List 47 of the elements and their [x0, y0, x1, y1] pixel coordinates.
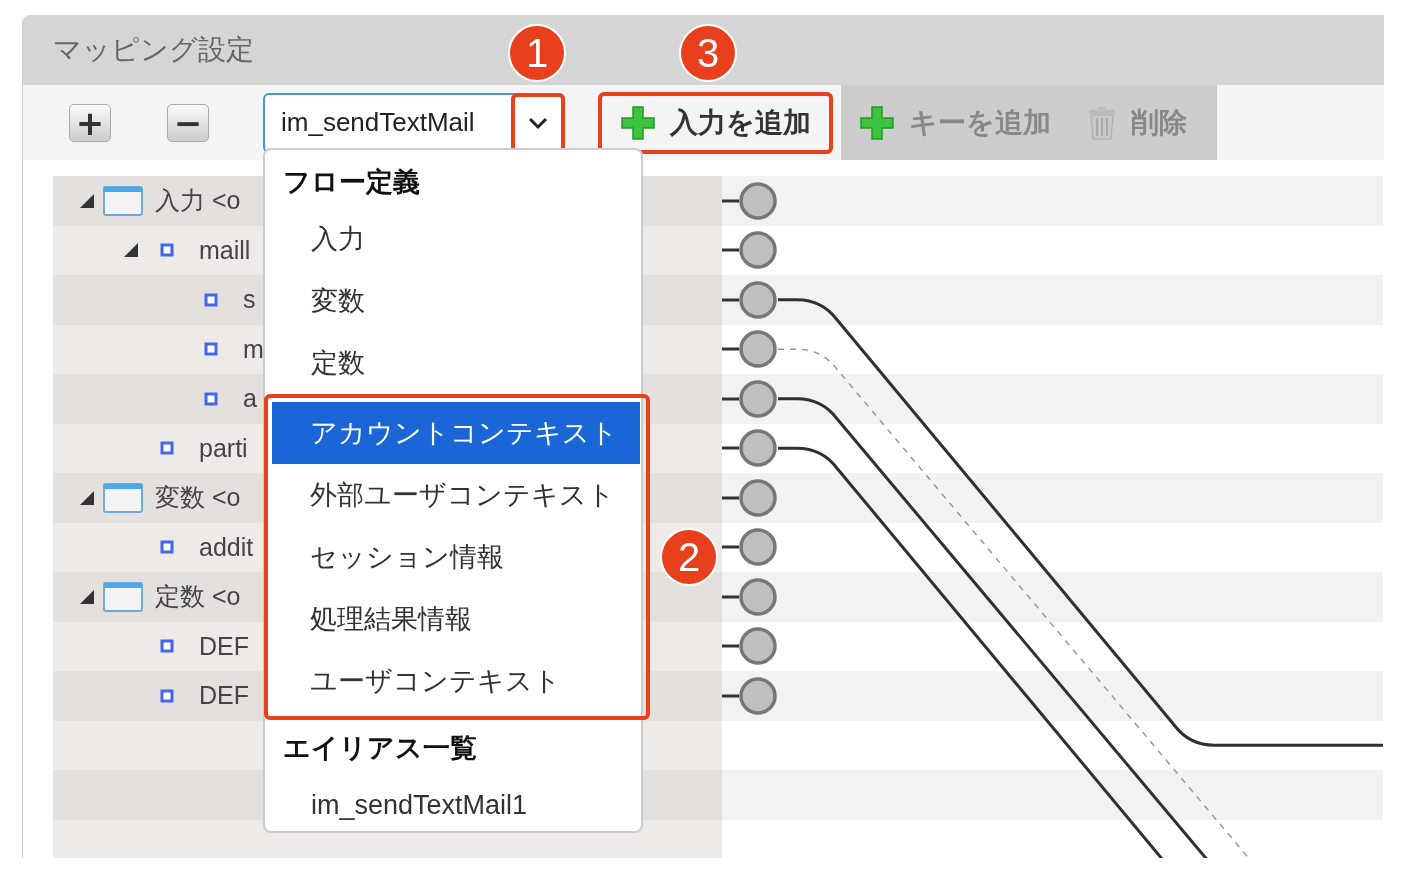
menu-item[interactable]: 定数	[265, 332, 641, 394]
plus-icon	[859, 104, 895, 141]
expanded-triangle-icon[interactable]	[79, 588, 95, 605]
field-icon	[160, 688, 174, 703]
toolbar-button[interactable]: 入力を追加	[598, 91, 833, 154]
collapse-all-button[interactable]: −	[167, 103, 209, 142]
plus-icon	[620, 104, 656, 141]
select-value: im_sendTextMail	[280, 107, 476, 138]
expanded-triangle-icon[interactable]	[123, 242, 139, 259]
tree-item-label[interactable]: 入力 <o	[155, 184, 241, 218]
tree-item-label[interactable]: DEF	[199, 681, 249, 711]
tree-item-label[interactable]: DEF	[199, 631, 249, 661]
menu-item[interactable]: アカウントコンテキスト	[272, 402, 640, 464]
trash-icon	[1087, 105, 1117, 140]
group-header: エイリアス一覧	[282, 732, 478, 765]
menu-item[interactable]: im_sendTextMail1	[265, 774, 641, 836]
group-header: フロー定義	[282, 166, 421, 199]
menu-item[interactable]: 外部ユーザコンテキスト	[272, 464, 640, 526]
expanded-triangle-icon[interactable]	[79, 489, 95, 506]
expand-all-button[interactable]: +	[69, 103, 111, 142]
tree-item-label[interactable]: m	[243, 334, 264, 364]
tree-item-label[interactable]: addit	[199, 532, 254, 562]
field-icon	[160, 540, 174, 555]
menu-item[interactable]: ユーザコンテキスト	[272, 650, 640, 712]
tree-item-label[interactable]: a	[243, 384, 257, 414]
tree-item-label[interactable]: 変数 <o	[155, 481, 241, 515]
window-icon	[103, 482, 143, 513]
tree-item-label[interactable]: 定数 <o	[155, 580, 241, 614]
window-icon	[103, 581, 143, 612]
field-icon	[160, 243, 174, 258]
tree-item-label[interactable]: maill	[199, 235, 251, 265]
tree-item-label[interactable]: s	[243, 285, 256, 315]
menu-item[interactable]: 変数	[265, 270, 641, 332]
field-icon	[204, 391, 218, 406]
chevron-icon	[527, 115, 549, 130]
menu-item[interactable]: 入力	[265, 208, 641, 270]
window-icon	[103, 185, 143, 216]
field-icon	[204, 292, 218, 307]
field-icon	[204, 342, 218, 357]
field-icon	[160, 639, 174, 654]
field-icon	[160, 441, 174, 456]
tree-item-label[interactable]: parti	[199, 433, 248, 463]
source-select[interactable]: im_sendTextMail	[263, 92, 565, 153]
menu-item[interactable]: 処理結果情報	[272, 588, 640, 650]
expanded-triangle-icon[interactable]	[79, 192, 95, 209]
panel-title: マッピング設定	[53, 33, 254, 67]
menu-item[interactable]: セッション情報	[272, 526, 640, 588]
